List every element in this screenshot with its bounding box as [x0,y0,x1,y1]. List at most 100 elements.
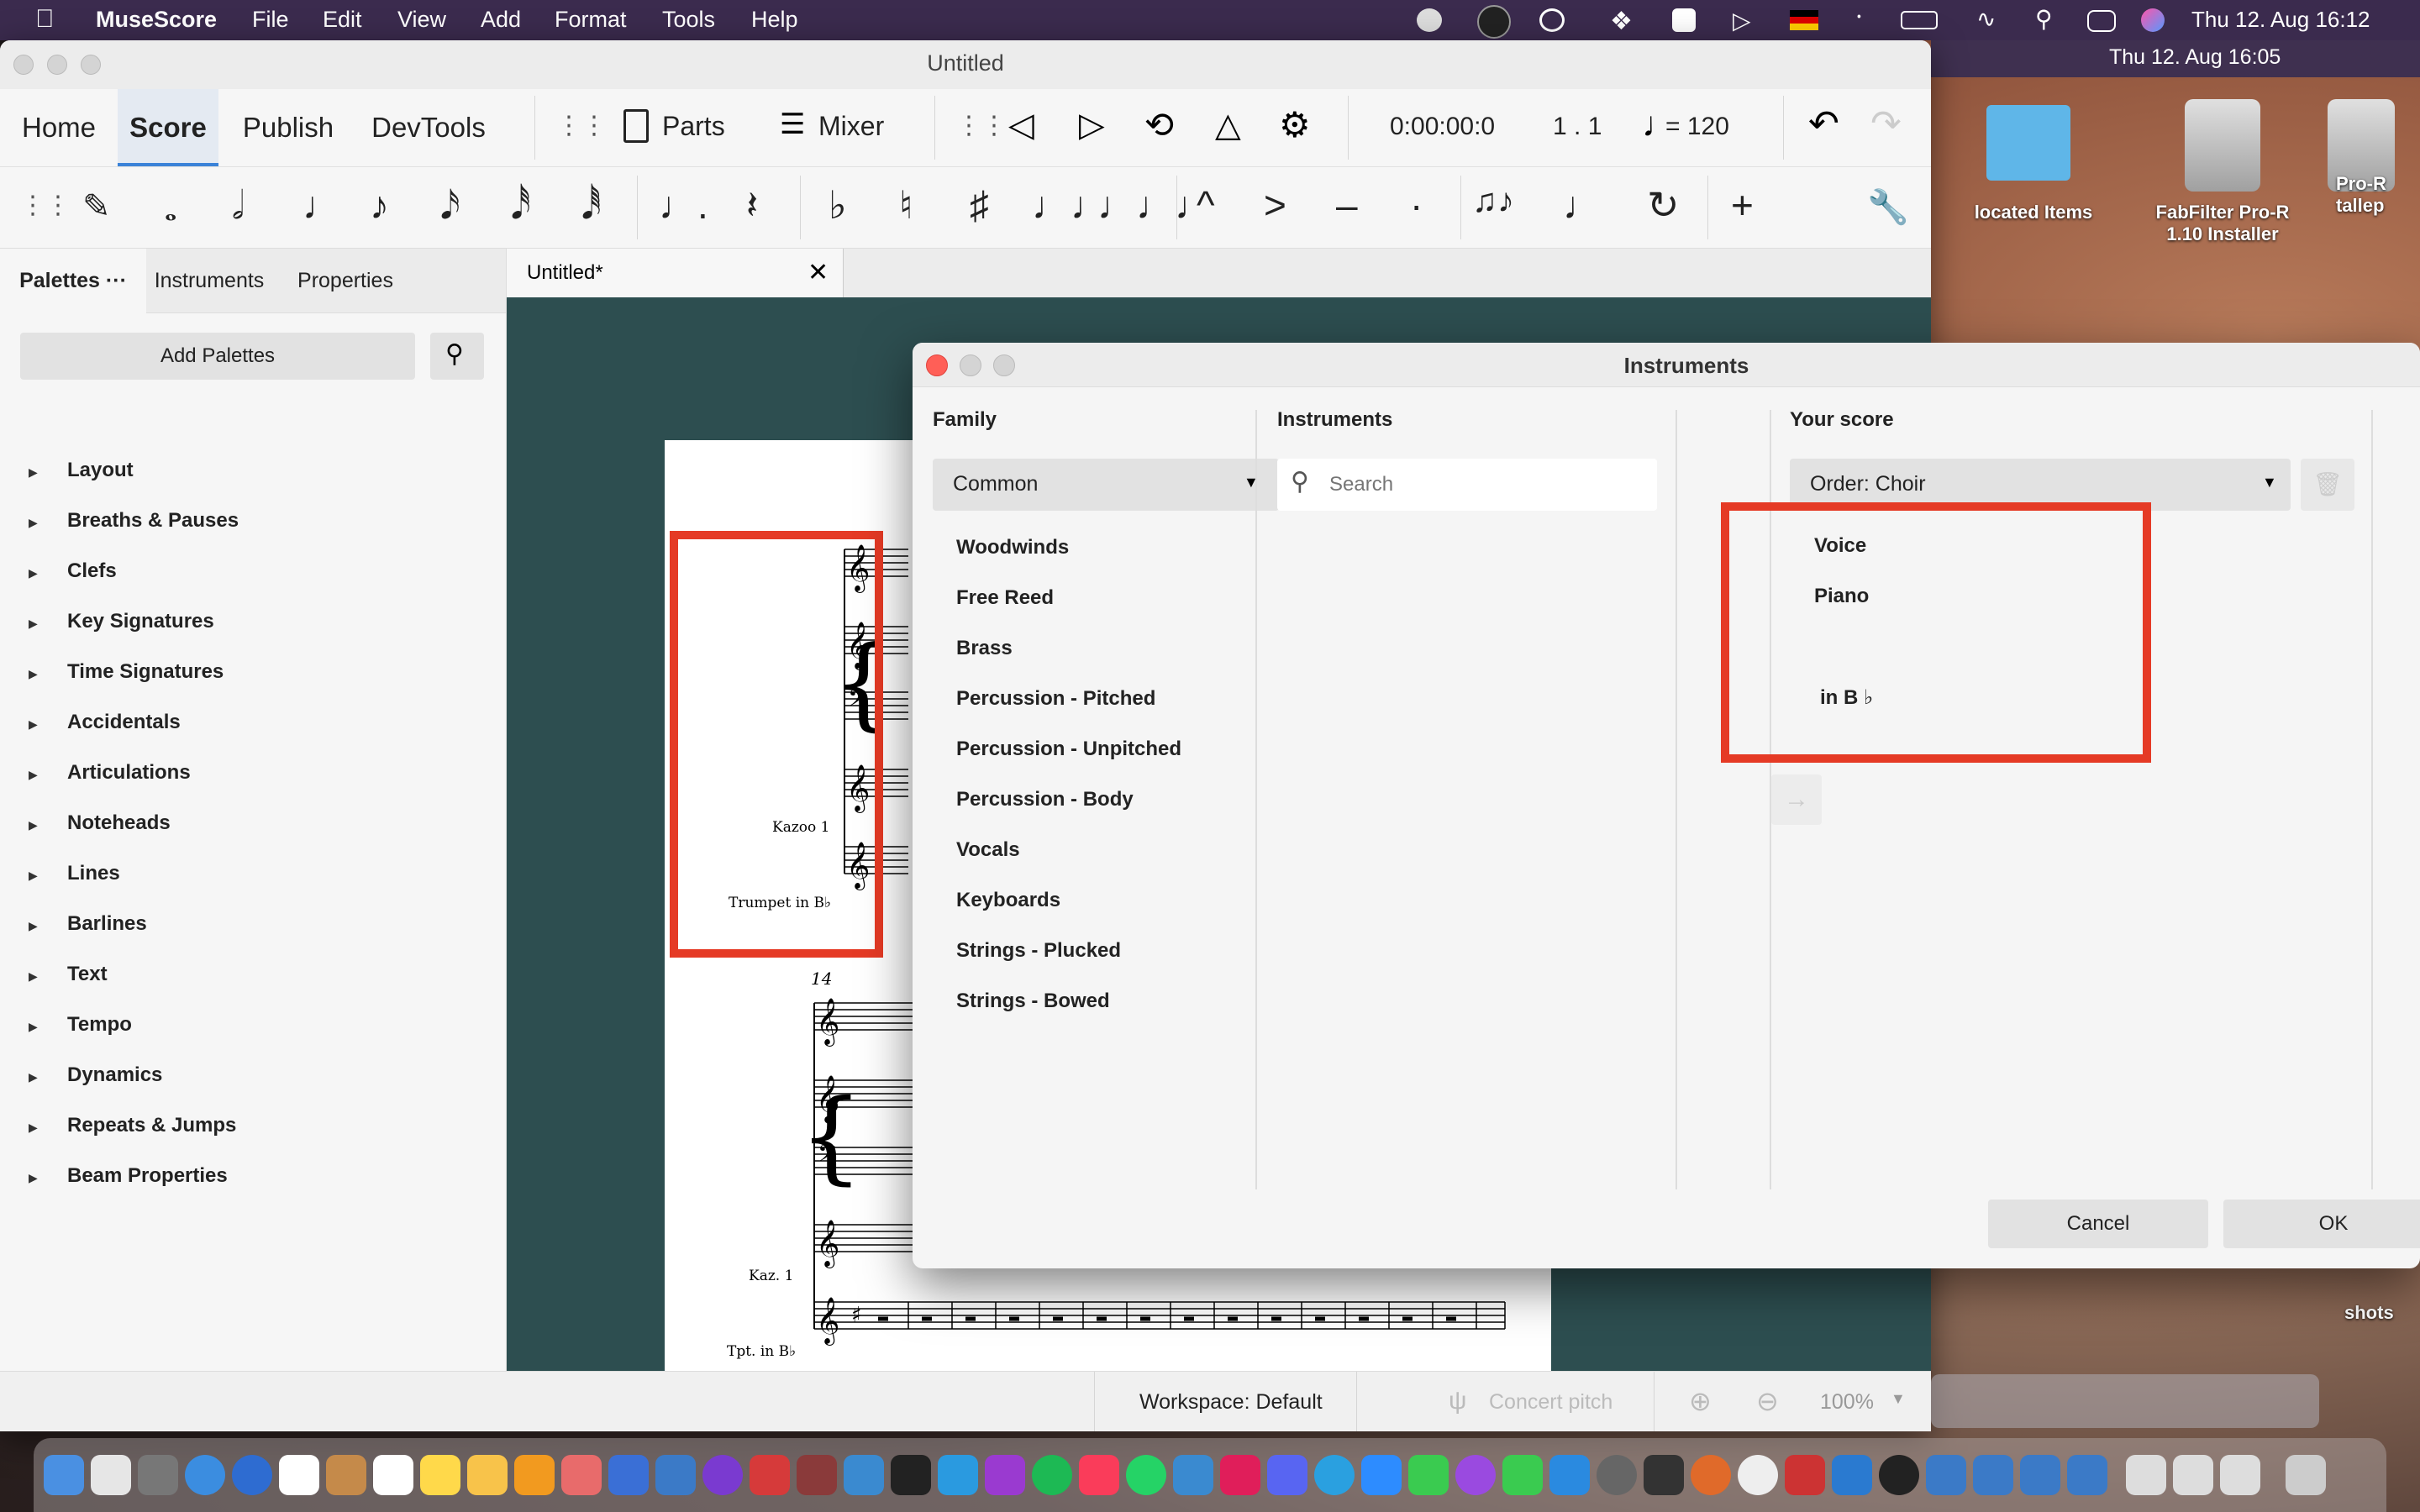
reminders-icon[interactable] [373,1455,413,1495]
menu-tools[interactable]: Tools [662,7,715,33]
messenger-icon[interactable] [1455,1455,1496,1495]
facetime-icon[interactable] [1408,1455,1449,1495]
mixer-icon[interactable]: ☰ [780,108,805,141]
app-icon[interactable] [138,1455,178,1495]
drag-handle-icon[interactable]: ⋮⋮ [956,111,1007,140]
app-icon[interactable] [232,1455,272,1495]
spotify-icon[interactable] [1032,1455,1072,1495]
parts-button[interactable]: Parts [662,111,725,142]
add-palettes-button[interactable]: Add Palettes [20,333,415,380]
family-item[interactable]: Percussion - Pitched [956,687,1155,711]
dotted-note-icon[interactable]: ♩. [659,182,708,228]
playback-settings-icon[interactable]: ⚙ [1279,104,1311,145]
instrument-search-input[interactable] [1328,469,1642,501]
discord-icon[interactable] [1267,1455,1307,1495]
app-store-icon[interactable] [1549,1455,1590,1495]
zoom-in-icon[interactable]: ⊕ [1689,1385,1712,1417]
app-icon[interactable] [1879,1455,1919,1495]
customize-wrench-icon[interactable]: 🔧 [1867,187,1909,227]
app-icon[interactable] [1644,1455,1684,1495]
app-icon[interactable] [1691,1455,1731,1495]
trash-icon[interactable] [2286,1455,2326,1495]
add-to-score-arrow-icon[interactable]: → [1771,774,1822,825]
note-input-pencil-icon[interactable]: ✎ [82,187,111,226]
natural-icon[interactable]: ♮ [899,182,913,228]
palette-item-noteheads[interactable]: ▶ Noteheads [29,806,171,840]
app-icon[interactable] [797,1455,837,1495]
palette-item-dynamics[interactable]: ▶ Dynamics [29,1058,162,1092]
menu-app-name[interactable]: MuseScore [96,7,217,33]
sixteenth-note-icon[interactable]: 𝅘𝅥𝅯 [440,182,460,229]
app-icon[interactable] [938,1455,978,1495]
eighth-note-icon[interactable]: ♪ [370,182,389,228]
family-item[interactable]: Percussion - Unpitched [956,738,1181,761]
document-icon[interactable] [2126,1455,2166,1495]
family-item[interactable]: Woodwinds [956,536,1069,559]
tenuto-icon[interactable]: – [1336,182,1358,228]
family-item[interactable]: Free Reed [956,586,1054,610]
play-circle-icon[interactable]: ▷ [1733,7,1751,34]
play-icon[interactable]: ▷ [1079,106,1105,144]
app-icon[interactable] [326,1455,366,1495]
musescore-icon[interactable] [2020,1455,2060,1495]
close-tab-icon[interactable]: ✕ [808,249,829,297]
music-icon[interactable] [1079,1455,1119,1495]
palette-item-layout[interactable]: ▶ Layout [29,454,134,487]
safari-icon[interactable] [185,1455,225,1495]
books-icon[interactable] [514,1455,555,1495]
voice-icon[interactable]: ♩ [1563,182,1602,228]
family-dropdown[interactable]: Common ▼ [933,459,1279,511]
app-icon[interactable] [702,1455,743,1495]
launchpad-icon[interactable] [91,1455,131,1495]
half-note-icon[interactable]: 𝅗𝅥 [232,182,245,229]
telegram-icon[interactable] [1314,1455,1355,1495]
musescore-icon[interactable] [1973,1455,2013,1495]
thirty-second-note-icon[interactable]: 𝅘𝅥𝅰 [511,182,531,229]
drag-handle-icon[interactable]: ⋮⋮ [556,111,607,140]
drag-handle-icon[interactable]: ⋮⋮ [20,191,71,220]
battery-icon[interactable] [1901,11,1938,29]
apple-icon[interactable]:  [35,5,55,34]
musescore-icon[interactable] [1926,1455,1966,1495]
instrument-search-field[interactable]: ⚲ [1277,459,1657,511]
app-icon[interactable] [750,1455,790,1495]
tab-devtools[interactable]: DevTools [361,89,496,166]
whatsapp-icon[interactable] [1126,1455,1166,1495]
notes-icon[interactable] [420,1455,460,1495]
mixer-button[interactable]: Mixer [818,111,884,142]
palette-item-beam-properties[interactable]: ▶ Beam Properties [29,1159,228,1193]
desktop-icon-label[interactable]: FabFilter Pro-R 1.10 Installer [2143,202,2302,245]
rewind-icon[interactable]: ◁ [1008,106,1034,144]
menu-view[interactable]: View [397,7,446,33]
family-item[interactable]: Percussion - Body [956,788,1134,811]
app-icon[interactable] [467,1455,508,1495]
app-icon[interactable] [844,1455,884,1495]
document-icon[interactable] [2173,1455,2213,1495]
ok-button[interactable]: OK [2223,1200,2420,1248]
chevron-down-icon[interactable]: ▼ [1891,1390,1906,1408]
add-icon[interactable]: + [1731,182,1754,228]
parts-icon[interactable] [623,109,649,143]
sharp-icon[interactable]: ♯ [970,182,989,228]
menu-edit[interactable]: Edit [323,7,362,33]
clock[interactable]: Thu 12. Aug 16:12 [2191,7,2370,33]
palette-item-key-signatures[interactable]: ▶ Key Signatures [29,605,214,638]
family-item[interactable]: Keyboards [956,889,1060,912]
cancel-button[interactable]: Cancel [1988,1200,2208,1248]
tab-publish[interactable]: Publish [227,89,350,166]
tab-palettes[interactable]: Palettes ··· [0,249,147,312]
palette-item-text[interactable]: ▶ Text [29,958,108,991]
app-icon[interactable] [1832,1455,1872,1495]
zoom-out-icon[interactable]: ⊖ [1756,1385,1779,1417]
german-flag-icon[interactable] [1790,10,1818,30]
status-app-icon[interactable] [1672,8,1696,32]
status-app-icon[interactable] [1417,8,1442,32]
document-icon[interactable] [2220,1455,2260,1495]
bluetooth-icon[interactable]: ᛫ [1852,5,1866,32]
desktop-icon-label[interactable]: Pro-R tallер [2336,173,2420,217]
sixty-fourth-note-icon[interactable]: 𝅘𝅥𝅱 [581,182,602,229]
tab-score[interactable]: Score [118,89,218,166]
palette-item-repeats[interactable]: ▶ Repeats & Jumps [29,1109,236,1142]
tab-instruments[interactable]: Instruments [146,249,273,313]
musescore-icon[interactable] [2067,1455,2107,1495]
